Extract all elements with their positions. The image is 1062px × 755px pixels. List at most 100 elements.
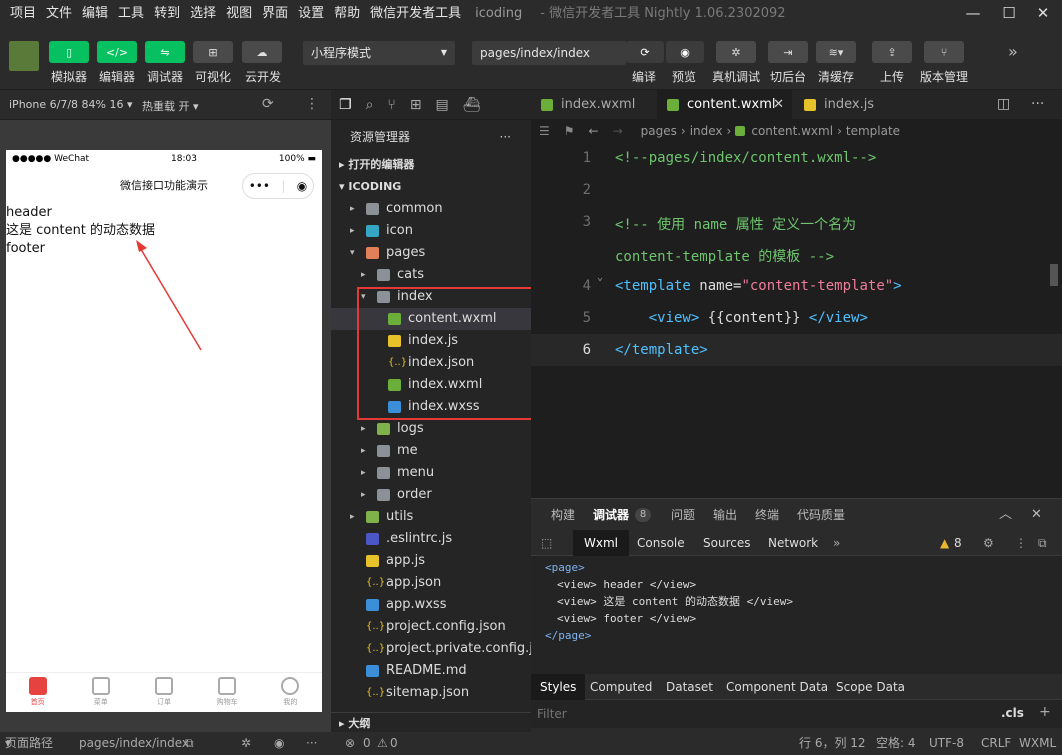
tree-file[interactable]: {..} project.private.config.js...	[331, 638, 552, 660]
list-icon[interactable]: ☰	[539, 124, 550, 138]
chevron-right-icon[interactable]: ▸	[350, 198, 355, 220]
tab-wxml[interactable]: Wxml	[573, 530, 629, 556]
page-path-select[interactable]: pages/index/index	[472, 41, 626, 65]
menu-edit[interactable]: 编辑	[77, 0, 113, 28]
tab-console[interactable]: Console	[637, 530, 685, 556]
tab-index-js[interactable]: index.js	[794, 90, 904, 120]
minimize-icon[interactable]: —	[956, 0, 990, 28]
tree-folder[interactable]: ▸ order	[331, 484, 531, 506]
settings-icon[interactable]: ⚙	[983, 530, 994, 556]
tab-dataset[interactable]: Dataset	[666, 674, 713, 700]
menu-dots-icon[interactable]: •••	[249, 168, 270, 204]
fold-icon[interactable]: ⌄	[597, 272, 603, 283]
tab-code-quality[interactable]: 代码质量	[797, 499, 845, 531]
tree-file[interactable]: {..} sitemap.json	[331, 682, 531, 704]
more-actions-icon[interactable]: ···	[1031, 96, 1044, 112]
back-icon[interactable]: ←	[589, 124, 599, 138]
project-section[interactable]: ▾ ICODING	[331, 176, 531, 198]
tab-cart[interactable]: 购物车	[202, 673, 252, 712]
remote-debug-button[interactable]: ✲	[716, 41, 756, 63]
chevron-right-icon[interactable]: ▸	[350, 220, 355, 242]
menu-settings[interactable]: 设置	[293, 0, 329, 28]
split-editor-icon[interactable]: ◫	[997, 96, 1010, 112]
tree-file[interactable]: app.js	[331, 550, 531, 572]
code-editor[interactable]: 1 2 3 4 5 6 ⌄ <!--pages/index/content.wx…	[531, 142, 1062, 498]
chevron-right-icon[interactable]: ▸	[361, 264, 366, 286]
wxml-node[interactable]: <view> header </view>	[531, 576, 1062, 593]
tree-file[interactable]: README.md	[331, 660, 531, 682]
tab-network[interactable]: Network	[768, 530, 818, 556]
chevron-right-icon[interactable]: ▸	[361, 462, 366, 484]
simulator-button[interactable]: ▯	[49, 41, 89, 63]
tab-styles[interactable]: Styles	[531, 674, 586, 700]
storage-icon[interactable]: ▤	[436, 97, 449, 113]
warning-icon[interactable]: ▲	[940, 530, 949, 556]
tab-component-data[interactable]: Component Data	[726, 674, 828, 700]
error-icon[interactable]: ⊗	[345, 732, 355, 755]
breadcrumb-symbol[interactable]: template	[846, 124, 900, 138]
more-tabs-icon[interactable]: »	[833, 530, 840, 556]
visual-button[interactable]: ⊞	[193, 41, 233, 63]
tree-folder[interactable]: ▾ pages	[331, 242, 531, 264]
close-circle-icon[interactable]: ◉	[297, 168, 307, 204]
menu-select[interactable]: 选择	[185, 0, 221, 28]
copy-icon[interactable]: ⧉	[185, 732, 194, 755]
upload-button[interactable]: ⇪	[872, 41, 912, 63]
chevron-right-icon[interactable]: ▸	[361, 440, 366, 462]
tree-file[interactable]: {..} app.json	[331, 572, 531, 594]
maximize-icon[interactable]: ☐	[992, 0, 1026, 28]
wxml-node[interactable]: <view> 这是 content 的动态数据 </view>	[531, 593, 1062, 610]
menu-file[interactable]: 文件	[41, 0, 77, 28]
forward-icon[interactable]: →	[613, 124, 623, 138]
wxml-node[interactable]: <view> footer </view>	[531, 610, 1062, 627]
error-count[interactable]: 0	[363, 732, 371, 755]
version-button[interactable]: ⑂	[924, 41, 964, 63]
tab-computed[interactable]: Computed	[590, 674, 652, 700]
compile-button[interactable]: ⟳	[626, 41, 664, 63]
tab-content-wxml[interactable]: content.wxml ✕	[657, 90, 792, 120]
tab-order[interactable]: 订单	[139, 673, 189, 712]
menu-tools[interactable]: 工具	[113, 0, 149, 28]
tab-build[interactable]: 构建	[551, 499, 575, 531]
tab-index-wxml[interactable]: index.wxml	[531, 90, 651, 120]
encoding[interactable]: UTF-8	[929, 732, 964, 755]
tree-file[interactable]: .eslintrc.js	[331, 528, 531, 550]
extensions-icon[interactable]: ⊞	[410, 97, 422, 113]
indentation[interactable]: 空格: 4	[876, 732, 916, 755]
chevron-right-icon[interactable]: ▸	[361, 418, 366, 440]
line-ending[interactable]: CRLF	[981, 732, 1011, 755]
breadcrumb-index[interactable]: index	[690, 124, 723, 138]
avatar[interactable]	[9, 41, 39, 71]
inspect-icon[interactable]: ⬚	[541, 530, 552, 556]
kebab-icon[interactable]: ⋮	[1015, 530, 1027, 556]
language-mode[interactable]: WXML	[1019, 732, 1056, 755]
tab-output[interactable]: 输出	[713, 499, 737, 531]
tab-me[interactable]: 我的	[265, 673, 315, 712]
more-actions-icon[interactable]: ···	[500, 120, 511, 154]
breadcrumb-pages[interactable]: pages	[641, 124, 677, 138]
tree-folder[interactable]: ▸ common	[331, 198, 531, 220]
menu-goto[interactable]: 转到	[149, 0, 185, 28]
menu-interface[interactable]: 界面	[257, 0, 293, 28]
cls-toggle[interactable]: .cls	[1001, 706, 1024, 720]
tree-folder[interactable]: ▸ logs	[331, 418, 531, 440]
reload-icon[interactable]: ⟳	[262, 96, 274, 112]
chevron-down-icon[interactable]: ▾	[350, 242, 355, 264]
tab-debugger[interactable]: 调试器	[593, 499, 629, 531]
scrollbar-thumb[interactable]	[1050, 264, 1058, 286]
close-tab-icon[interactable]: ✕	[773, 90, 784, 120]
clear-cache-button[interactable]: ≋▾	[816, 41, 856, 63]
tab-sources[interactable]: Sources	[703, 530, 750, 556]
mode-select[interactable]: 小程序模式 ▼	[303, 41, 455, 65]
tree-folder[interactable]: ▸ icon	[331, 220, 531, 242]
tab-menu[interactable]: 菜单	[76, 673, 126, 712]
collapse-icon[interactable]: ︿	[999, 499, 1012, 531]
files-icon[interactable]: ❐	[339, 97, 352, 113]
tree-file[interactable]: app.wxss	[331, 594, 531, 616]
tree-folder[interactable]: ▸ menu	[331, 462, 531, 484]
hotreload-select[interactable]: 热重载 开 ▾	[142, 98, 199, 114]
background-button[interactable]: ⇥	[768, 41, 808, 63]
eye-icon[interactable]: ◉	[274, 732, 284, 755]
editor-button[interactable]: </>	[97, 41, 137, 63]
chevron-right-icon[interactable]: ▸	[361, 484, 366, 506]
